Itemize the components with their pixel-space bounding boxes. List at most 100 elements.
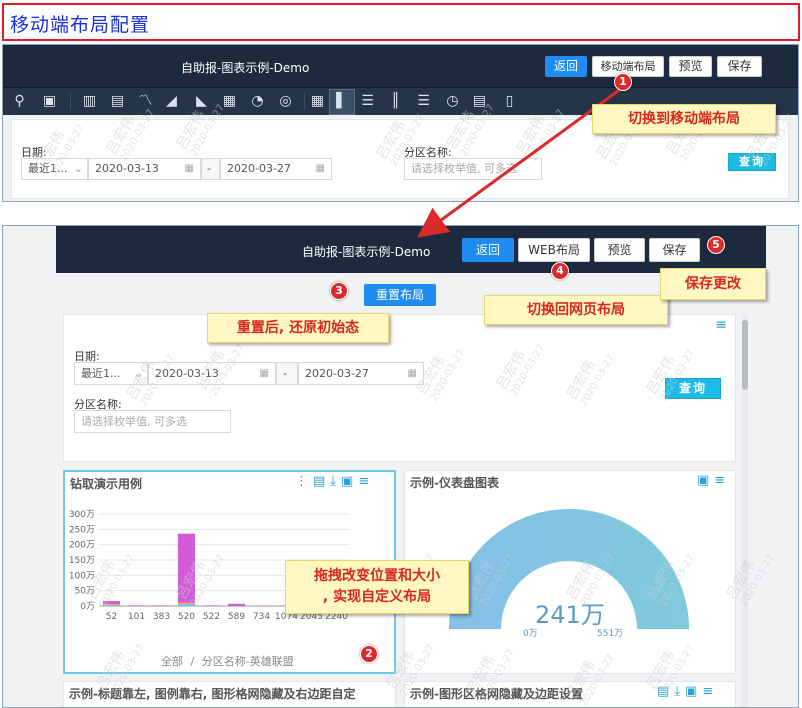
date-separator: - <box>276 362 298 385</box>
date-start-value: 2020-03-13 <box>155 367 219 380</box>
horizontal-bar-icon[interactable]: ☰ <box>359 93 376 110</box>
y-tick-label: 0万 <box>80 602 95 612</box>
breadcrumb-all[interactable]: 全部 <box>161 655 183 668</box>
callout-drag-line2: , 实现自定义布局 <box>322 589 432 605</box>
report-icon[interactable]: ▣ <box>685 684 702 699</box>
x-tick-label: 383 <box>153 612 170 622</box>
document-icon[interactable]: ▯ <box>501 93 518 110</box>
download-icon[interactable]: ⤓ <box>330 474 341 489</box>
heatmap-icon[interactable]: ▦ <box>221 93 238 110</box>
column-chart-icon[interactable]: ▌ <box>333 93 350 110</box>
calendar-icon: ▦ <box>407 368 417 379</box>
bar[interactable] <box>103 605 120 606</box>
legend-left-card[interactable]: 示例-标题靠左, 图例靠右, 图形格网隐藏及右边距自定 <box>63 681 396 707</box>
chevron-down-icon: ⌄ <box>133 367 143 380</box>
menu-icon[interactable]: ≡ <box>715 317 727 333</box>
text-icon[interactable]: ▣ <box>41 93 58 110</box>
date-range-select[interactable]: 最近1... ⌄ <box>74 362 148 385</box>
report-icon[interactable]: ▣ <box>341 474 358 489</box>
reset-layout-button[interactable]: 重置布局 <box>364 284 436 306</box>
app-title: 自助报-图表示例-Demo <box>302 245 431 259</box>
bar[interactable] <box>203 605 220 606</box>
list-icon[interactable]: ☰ <box>415 93 432 110</box>
callout-switch-mobile: 切换到移动端布局 <box>592 104 776 134</box>
back-button[interactable]: 返回 <box>462 238 514 262</box>
menu-icon[interactable]: ≡ <box>702 684 718 699</box>
gauge-max: 551万 <box>597 629 624 639</box>
top-header-bar-mobile: 自助报-图表示例-Demo 返回 WEB布局 预览 保存 <box>56 226 766 273</box>
gauge-value: 241万 <box>535 601 605 629</box>
bar[interactable] <box>178 604 195 606</box>
x-tick-label: 52 <box>106 612 117 622</box>
web-layout-button[interactable]: WEB布局 <box>518 238 590 262</box>
table-icon[interactable]: ▦ <box>309 93 326 110</box>
scrollbar-thumb[interactable] <box>742 320 748 390</box>
step-1-marker: 1 <box>614 73 632 91</box>
date-end-value: 2020-03-27 <box>227 162 291 175</box>
drill-icon[interactable]: ⋮ <box>295 474 313 489</box>
query-button[interactable]: 查询 <box>665 378 721 399</box>
bar[interactable] <box>153 605 170 606</box>
date-separator: - <box>201 158 220 180</box>
y-tick-label: 100万 <box>69 571 95 581</box>
menu-icon[interactable]: ≡ <box>358 474 374 489</box>
date-start-input[interactable]: 2020-03-13 ▦ <box>148 362 276 385</box>
line-chart-icon[interactable]: 〽 <box>137 93 154 110</box>
app-title: 自助报-图表示例-Demo <box>181 61 310 75</box>
filter-panel: ≡ 日期: 最近1... ⌄ 2020-03-13 ▦ - 2020-03-27… <box>63 314 736 462</box>
vertical-columns-icon[interactable]: ║ <box>387 93 404 110</box>
step-2-marker: 2 <box>360 645 378 663</box>
callout-reset: 重置后, 还原初始态 <box>207 313 389 343</box>
toolbar-separator <box>304 93 305 110</box>
bar[interactable] <box>178 533 195 603</box>
report-icon[interactable]: ▤ <box>471 93 488 110</box>
document-icon[interactable]: ▤ <box>313 474 330 489</box>
bar[interactable] <box>128 605 145 606</box>
card-toolbar: ⋮▤⤓▣≡ <box>295 474 374 489</box>
step-5-marker: 5 <box>707 236 725 254</box>
date-range-select[interactable]: 最近1... ⌄ <box>21 158 88 180</box>
page-title: 移动端布局配置 <box>10 14 151 36</box>
date-range-value: 最近1... <box>81 367 121 380</box>
bar[interactable] <box>103 601 120 605</box>
calendar-icon: ▦ <box>259 368 269 379</box>
bar[interactable] <box>228 603 245 606</box>
callout-switch-web: 切换回网页布局 <box>484 295 668 325</box>
save-button[interactable]: 保存 <box>649 238 700 262</box>
scrollbar-track[interactable] <box>742 314 748 707</box>
query-button[interactable]: 查询 <box>728 153 776 171</box>
toolbar-separator <box>70 93 71 110</box>
mountain-area-icon[interactable]: ◣ <box>193 93 210 110</box>
search-filter-icon[interactable]: ⚲ <box>11 93 28 110</box>
area-chart-icon[interactable]: ◢ <box>163 93 180 110</box>
date-end-input[interactable]: 2020-03-27 ▦ <box>298 362 424 385</box>
y-tick-label: 200万 <box>69 541 95 551</box>
page-title-banner: 移动端布局配置 <box>2 3 800 41</box>
callout-drag-line1: 拖拽改变位置和大小 <box>314 568 440 584</box>
gauge-icon[interactable]: ◷ <box>444 93 461 110</box>
y-tick-label: 300万 <box>69 510 95 520</box>
date-start-value: 2020-03-13 <box>95 162 159 175</box>
document-icon[interactable]: ▤ <box>657 684 674 699</box>
download-icon[interactable]: ⤓ <box>674 684 685 699</box>
date-end-input[interactable]: 2020-03-27 ▦ <box>220 158 332 180</box>
grid-margin-card[interactable]: 示例-图形区格网隐藏及边距设置 ▤⤓▣≡ <box>404 681 736 707</box>
save-button[interactable]: 保存 <box>717 56 762 77</box>
partition-input[interactable]: 请选择枚举值, 可多选 <box>74 410 231 433</box>
pie-chart-icon[interactable]: ◔ <box>249 93 266 110</box>
calendar-icon: ▦ <box>315 163 325 174</box>
x-tick-label: 101 <box>128 612 145 622</box>
card-toolbar: ▤⤓▣≡ <box>657 684 718 699</box>
step-4-marker: 4 <box>551 262 569 280</box>
card-title: 示例-标题靠左, 图例靠右, 图形格网隐藏及右边距自定 <box>69 687 356 701</box>
bar[interactable] <box>178 602 195 605</box>
preview-button[interactable]: 预览 <box>594 238 645 262</box>
bar-chart-icon[interactable]: ▥ <box>81 93 98 110</box>
date-start-input[interactable]: 2020-03-13 ▦ <box>88 158 201 180</box>
partition-input[interactable]: 请选择枚举值, 可多选 <box>404 158 542 180</box>
back-button[interactable]: 返回 <box>545 56 587 77</box>
bar[interactable] <box>103 604 120 606</box>
stacked-bar-icon[interactable]: ▤ <box>109 93 126 110</box>
preview-button[interactable]: 预览 <box>669 56 712 77</box>
donut-chart-icon[interactable]: ◎ <box>277 93 294 110</box>
